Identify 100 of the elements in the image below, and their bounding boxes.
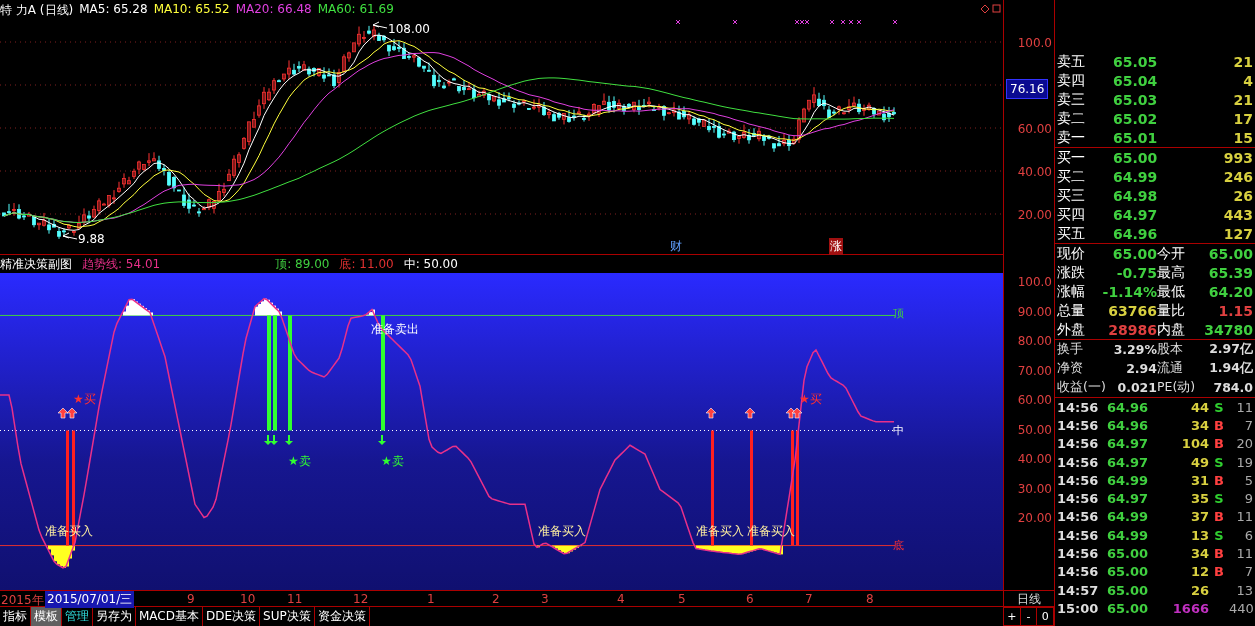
quote-label: 最低 [1157, 282, 1186, 301]
order-level-label: 卖二 [1057, 109, 1086, 128]
up-arrow-icon [791, 407, 803, 419]
fundamental-value: 1.94亿 [1208, 360, 1253, 377]
tick-side: S [1213, 527, 1225, 543]
square-icon[interactable] [992, 4, 1001, 13]
indicator-value: 趋势线: 54.01 [82, 255, 161, 273]
month-label: 11 [287, 592, 303, 606]
tick-volume: 12 [1189, 564, 1209, 580]
moving-average-value: MA5: 65.28 [79, 2, 148, 18]
tick-side: B [1213, 472, 1225, 488]
quote-value: -1.14% [1101, 283, 1157, 300]
tick-price: 64.99 [1107, 527, 1150, 543]
line-label: 中 [893, 423, 904, 438]
fundamental-label: 流通 [1157, 360, 1184, 377]
month-label: 12 [353, 592, 369, 606]
indicator-value: 顶: 89.00 [275, 255, 330, 273]
tick-time: 14:56 [1057, 491, 1100, 507]
tick-count: 11 [1235, 399, 1253, 415]
pointer-icon [372, 21, 388, 29]
tick-side: B [1213, 417, 1225, 433]
quote-label: 涨跌 [1057, 263, 1086, 282]
cross-mark-icon [856, 19, 862, 25]
order-volume: 17 [1232, 110, 1253, 127]
order-volume: 127 [1222, 225, 1253, 242]
month-label: 3 [541, 592, 549, 606]
tick-count: 9 [1243, 491, 1253, 507]
tick-volume: 35 [1189, 491, 1209, 507]
quote-label: 最高 [1157, 263, 1186, 282]
indicator-axis-label: 80.00 [1017, 334, 1052, 348]
up-arrow-icon [785, 407, 797, 419]
period-label[interactable]: 日线 [1003, 590, 1055, 607]
order-price: 64.97 [1113, 206, 1159, 223]
moving-average-value: MA10: 65.52 [153, 2, 230, 18]
quote-label: 总量 [1057, 301, 1086, 320]
tick-price: 64.97 [1107, 454, 1150, 470]
price-axis-label: 76.16 [1006, 79, 1049, 99]
toolbar-tab[interactable]: 模板 [31, 607, 62, 626]
fundamental-value: 784.0 [1212, 380, 1253, 395]
tick-time: 14:56 [1057, 564, 1100, 580]
tick-count: 20 [1235, 436, 1253, 452]
tick-volume: 37 [1189, 509, 1209, 525]
cross-mark-icon [829, 19, 835, 25]
tick-count: 7 [1243, 417, 1253, 433]
fundamental-label: 净资 [1057, 360, 1084, 377]
indicator-axis-label: 20.00 [1017, 511, 1052, 525]
fundamental-label: 换手 [1057, 341, 1084, 358]
tick-volume: 34 [1189, 417, 1209, 433]
indicator-axis-label: 50.00 [1017, 422, 1052, 437]
tick-side: S [1213, 491, 1225, 507]
order-price: 64.99 [1113, 168, 1159, 185]
order-volume: 993 [1222, 149, 1253, 166]
fundamental-value: 2.94 [1125, 361, 1157, 376]
tick-volume: 49 [1189, 454, 1209, 470]
event-mark: 财 [670, 238, 682, 255]
indicator-axis-label: 100.0 [1017, 275, 1052, 289]
quote-value: 64.20 [1207, 283, 1253, 300]
tick-count: 6 [1243, 527, 1253, 543]
quote-value: 65.00 [1111, 245, 1157, 262]
moving-average-value: MA60: 61.69 [317, 2, 394, 18]
high-price-label: 108.00 [388, 22, 430, 36]
tick-count: 7 [1243, 564, 1253, 580]
diamond-icon[interactable] [980, 4, 990, 14]
tick-volume: 31 [1189, 472, 1209, 488]
quote-label: 今开 [1157, 244, 1186, 263]
tick-count: 13 [1235, 582, 1253, 598]
order-price: 64.96 [1113, 225, 1159, 242]
quote-value: 65.39 [1207, 264, 1253, 281]
cross-mark-icon [848, 19, 854, 25]
tick-time: 14:56 [1057, 454, 1100, 470]
tick-time: 15:00 [1057, 600, 1100, 616]
order-volume: 443 [1222, 206, 1253, 223]
signal-label: ★卖 [288, 453, 311, 470]
event-mark: 涨 [829, 238, 843, 255]
indicator-axis-label: 90.00 [1017, 304, 1052, 319]
tick-price: 64.99 [1107, 472, 1150, 488]
toolbar-tab[interactable]: 指标 [0, 607, 31, 626]
price-axis-label: 20.00 [1017, 208, 1052, 222]
line-label: 顶 [893, 306, 904, 321]
quote-value: -0.75 [1115, 264, 1157, 281]
month-label: 8 [866, 592, 874, 606]
line-label: 底 [893, 538, 904, 553]
up-arrow-icon [66, 407, 78, 419]
toolbar-tab[interactable]: SUP决策 [260, 607, 315, 626]
tick-volume: 34 [1189, 546, 1209, 561]
tick-time: 14:56 [1057, 417, 1100, 433]
tick-side: S [1213, 399, 1225, 415]
quote-label: 涨幅 [1057, 282, 1086, 301]
price-axis-label: 60.00 [1017, 122, 1052, 136]
up-arrow-icon [705, 407, 717, 419]
quote-value: 63766 [1107, 302, 1157, 319]
order-volume: 246 [1222, 168, 1253, 185]
tick-time: 14:57 [1057, 582, 1100, 598]
order-price: 65.03 [1113, 91, 1159, 108]
order-price: 65.00 [1113, 149, 1159, 166]
cross-mark-icon [732, 19, 738, 25]
cursor-date: 2015/07/01/三 [45, 591, 135, 608]
cross-mark-icon [840, 19, 846, 25]
quote-label: 内盘 [1157, 320, 1186, 339]
up-arrow-icon [744, 407, 756, 419]
